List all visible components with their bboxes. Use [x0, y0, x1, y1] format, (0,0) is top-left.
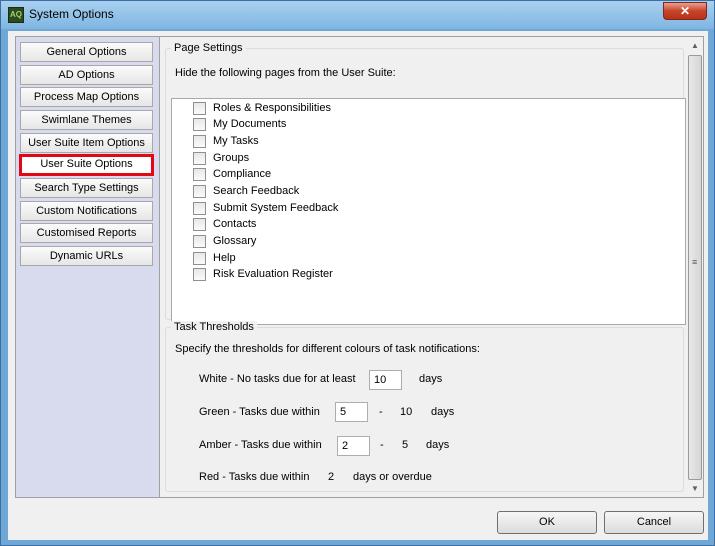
white-threshold-label: White - No tasks due for at least	[199, 373, 356, 385]
checkbox[interactable]	[193, 185, 206, 198]
task-thresholds-group: Task Thresholds Specify the thresholds f…	[165, 321, 684, 492]
green-dash: -	[379, 406, 383, 418]
system-options-window: AQ System Options ✕ General Options AD O…	[0, 0, 715, 546]
checkbox[interactable]	[193, 135, 206, 148]
checkbox[interactable]	[193, 218, 206, 231]
page-label: Contacts	[213, 218, 257, 230]
task-thresholds-label: Task Thresholds	[171, 321, 257, 333]
amber-dash: -	[380, 439, 384, 451]
amber-threshold-label: Amber - Tasks due within	[199, 439, 322, 451]
scroll-up-icon[interactable]: ▲	[687, 39, 703, 53]
close-button[interactable]: ✕	[663, 2, 707, 20]
page-label: Search Feedback	[213, 185, 300, 197]
ok-button[interactable]: OK	[497, 511, 597, 534]
checkbox[interactable]	[193, 202, 206, 215]
panel-scrollbar[interactable]: ▲ ≡ ▼	[687, 39, 703, 496]
red-threshold-value: 2	[328, 471, 335, 483]
sidebar-item-ad-options[interactable]: AD Options	[20, 65, 153, 85]
checkbox[interactable]	[193, 118, 206, 131]
sidebar-item-customised-reports[interactable]: Customised Reports	[20, 223, 153, 243]
scroll-down-icon[interactable]: ▼	[687, 482, 703, 496]
grip-icon: ≡	[692, 257, 698, 267]
amber-days-label: days	[426, 439, 450, 451]
sidebar-item-user-suite-options[interactable]: User Suite Options	[19, 154, 154, 176]
page-settings-instruction: Hide the following pages from the User S…	[175, 67, 396, 79]
sidebar-item-general-options[interactable]: General Options	[20, 42, 153, 62]
close-icon: ✕	[679, 4, 691, 18]
options-sidebar: General Options AD Options Process Map O…	[15, 36, 160, 498]
checkbox[interactable]	[193, 152, 206, 165]
thresholds-instruction: Specify the thresholds for different col…	[175, 343, 480, 355]
dialog-body: General Options AD Options Process Map O…	[8, 31, 708, 540]
page-settings-label: Page Settings	[171, 42, 246, 54]
cancel-button[interactable]: Cancel	[604, 511, 704, 534]
sidebar-item-swimlane-themes[interactable]: Swimlane Themes	[20, 110, 153, 130]
white-threshold-input[interactable]: 10	[369, 370, 402, 390]
scroll-thumb[interactable]: ≡	[688, 55, 702, 480]
page-settings-group: Page Settings Hide the following pages f…	[165, 42, 686, 325]
page-label: Glossary	[213, 235, 257, 247]
page-label: Submit System Feedback	[213, 202, 339, 214]
checkbox[interactable]	[193, 268, 206, 281]
page-label: My Documents	[213, 118, 287, 130]
sidebar-item-search-type-settings[interactable]: Search Type Settings	[20, 178, 153, 198]
page-label: Groups	[213, 152, 250, 164]
window-title: System Options	[29, 7, 114, 21]
amber-upper-value: 5	[402, 439, 409, 451]
hidden-pages-list: Roles & Responsibilities My Documents My…	[171, 98, 686, 325]
red-threshold-label: Red - Tasks due within	[199, 471, 310, 483]
sidebar-item-custom-notifications[interactable]: Custom Notifications	[20, 201, 153, 221]
green-threshold-input[interactable]: 5	[335, 402, 368, 422]
page-label: Roles & Responsibilities	[213, 102, 331, 114]
options-panel: Page Settings Hide the following pages f…	[159, 36, 704, 498]
green-threshold-label: Green - Tasks due within	[199, 406, 320, 418]
page-label: Compliance	[213, 168, 272, 180]
checkbox[interactable]	[193, 168, 206, 181]
page-label: My Tasks	[213, 135, 259, 147]
sidebar-item-user-suite-item-options[interactable]: User Suite Item Options	[20, 133, 153, 153]
app-icon: AQ	[8, 7, 24, 23]
page-label: Risk Evaluation Register	[213, 268, 333, 280]
title-bar[interactable]: AQ System Options ✕	[1, 1, 714, 29]
green-days-label: days	[431, 406, 455, 418]
sidebar-item-dynamic-urls[interactable]: Dynamic URLs	[20, 246, 153, 266]
checkbox[interactable]	[193, 252, 206, 265]
checkbox[interactable]	[193, 235, 206, 248]
green-upper-value: 10	[400, 406, 413, 418]
sidebar-item-process-map-options[interactable]: Process Map Options	[20, 87, 153, 107]
red-days-label: days or overdue	[353, 471, 432, 483]
page-label: Help	[213, 252, 236, 264]
amber-threshold-input[interactable]: 2	[337, 436, 370, 456]
checkbox[interactable]	[193, 102, 206, 115]
white-days-label: days	[419, 373, 443, 385]
